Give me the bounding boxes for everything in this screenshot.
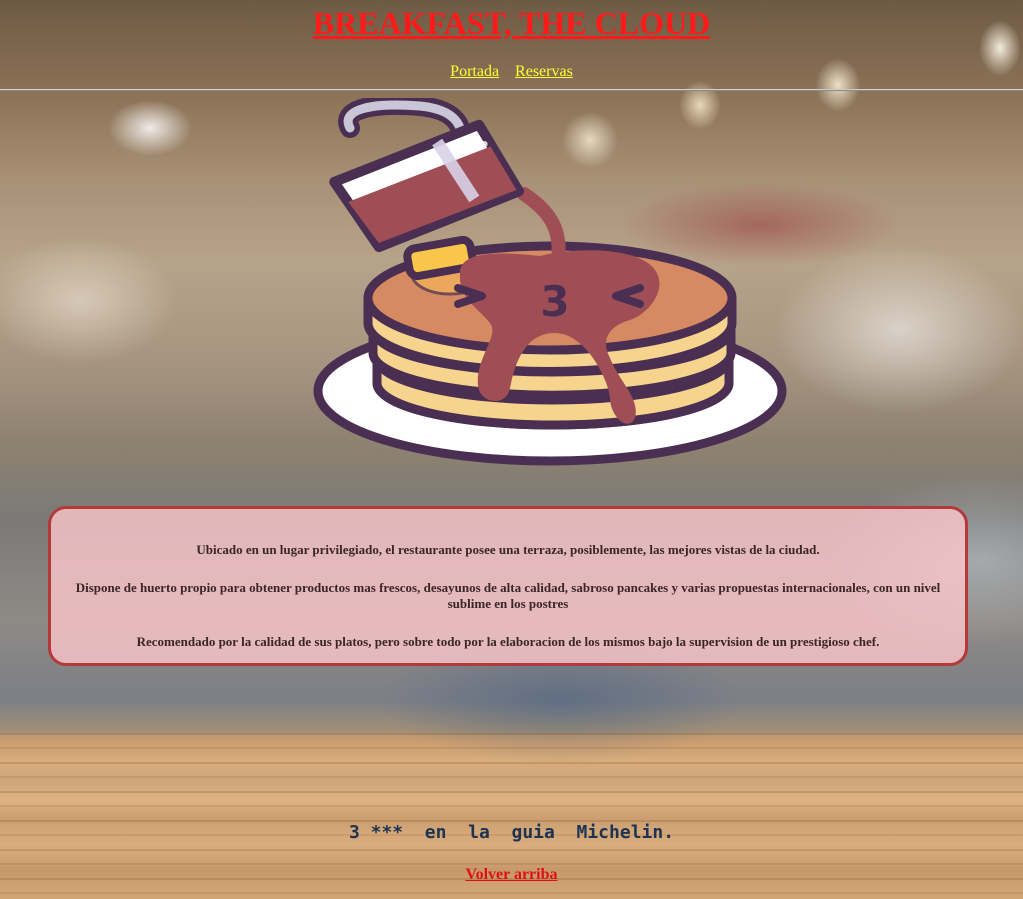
back-to-top-container: Volver arriba (0, 865, 1023, 885)
site-header: BREAKFAST, THE CLOUD Portada Reservas (0, 0, 1023, 90)
back-to-top-link[interactable]: Volver arriba (466, 866, 558, 883)
header-divider (0, 89, 1023, 91)
pancake-face-text: 3 (540, 277, 569, 326)
nav-link-portada[interactable]: Portada (450, 63, 499, 80)
pancakes-syrup-icon: 3 (310, 94, 790, 470)
info-paragraph: Ubicado en un lugar privilegiado, el res… (196, 542, 820, 557)
main-nav: Portada Reservas (0, 62, 1023, 82)
nav-link-reservas[interactable]: Reservas (515, 63, 573, 80)
info-paragraph: Dispone de huerto propio para obtener pr… (75, 580, 941, 611)
site-title-link[interactable]: BREAKFAST, THE CLOUD (0, 4, 1023, 42)
michelin-rating-text: 3 *** en la guia Michelin. (348, 822, 675, 843)
restaurant-info-box: Ubicado en un lugar privilegiado, el res… (48, 506, 968, 666)
info-paragraph: Recomendado por la calidad de sus platos… (136, 634, 880, 649)
